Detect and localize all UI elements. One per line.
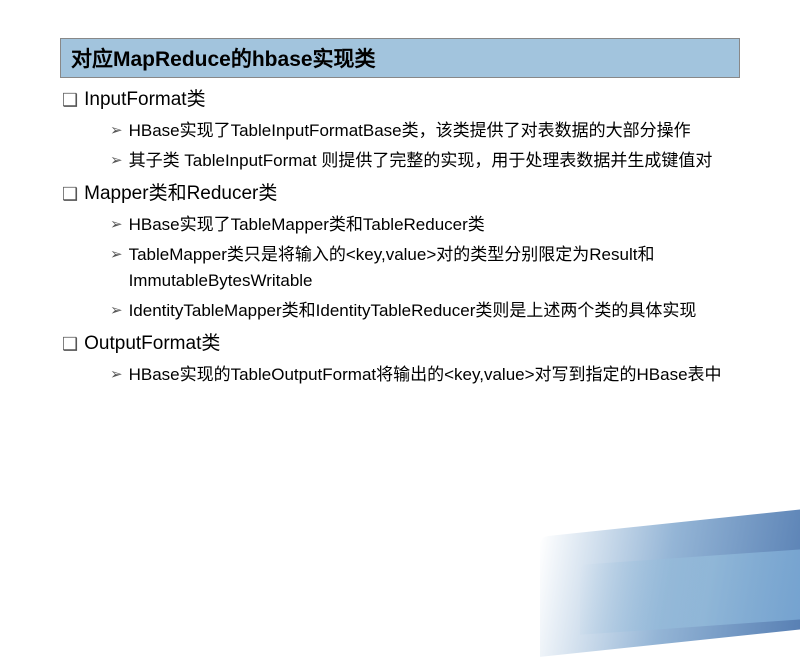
list-item: ➢ HBase实现了TableMapper类和TableReducer类	[110, 212, 740, 238]
item-text: TableMapper类只是将输入的<key,value>对的类型分别限定为Re…	[129, 242, 740, 294]
item-text: 其子类 TableInputFormat 则提供了完整的实现，用于处理表数据并生…	[129, 148, 713, 174]
arrow-bullet-icon: ➢	[110, 148, 123, 174]
slide-title: 对应MapReduce的hbase实现类	[71, 43, 729, 73]
square-bullet-icon: ❑	[62, 86, 78, 114]
list-item: ➢ IdentityTableMapper类和IdentityTableRedu…	[110, 298, 740, 324]
heading-text: InputFormat类	[84, 86, 205, 114]
list-item: ➢ HBase实现了TableInputFormatBase类，该类提供了对表数…	[110, 118, 740, 144]
square-bullet-icon: ❑	[62, 180, 78, 208]
list-item: ➢ 其子类 TableInputFormat 则提供了完整的实现，用于处理表数据…	[110, 148, 740, 174]
section-heading: ❑ InputFormat类	[62, 86, 740, 114]
item-text: HBase实现了TableMapper类和TableReducer类	[129, 212, 485, 238]
arrow-bullet-icon: ➢	[110, 118, 123, 144]
title-bar: 对应MapReduce的hbase实现类	[60, 38, 740, 78]
section-heading: ❑ OutputFormat类	[62, 330, 740, 358]
arrow-bullet-icon: ➢	[110, 212, 123, 238]
content-area: ❑ InputFormat类 ➢ HBase实现了TableInputForma…	[60, 86, 740, 388]
item-text: IdentityTableMapper类和IdentityTableReduce…	[129, 298, 697, 324]
arrow-bullet-icon: ➢	[110, 362, 123, 388]
square-bullet-icon: ❑	[62, 330, 78, 358]
item-text: HBase实现了TableInputFormatBase类，该类提供了对表数据的…	[129, 118, 691, 144]
section-heading: ❑ Mapper类和Reducer类	[62, 180, 740, 208]
list-item: ➢ TableMapper类只是将输入的<key,value>对的类型分别限定为…	[110, 242, 740, 294]
list-item: ➢ HBase实现的TableOutputFormat将输出的<key,valu…	[110, 362, 740, 388]
heading-text: OutputFormat类	[84, 330, 220, 358]
arrow-bullet-icon: ➢	[110, 298, 123, 324]
slide-content: 对应MapReduce的hbase实现类 ❑ InputFormat类 ➢ HB…	[0, 0, 800, 388]
item-text: HBase实现的TableOutputFormat将输出的<key,value>…	[129, 362, 722, 388]
heading-text: Mapper类和Reducer类	[84, 180, 277, 208]
arrow-bullet-icon: ➢	[110, 242, 123, 268]
